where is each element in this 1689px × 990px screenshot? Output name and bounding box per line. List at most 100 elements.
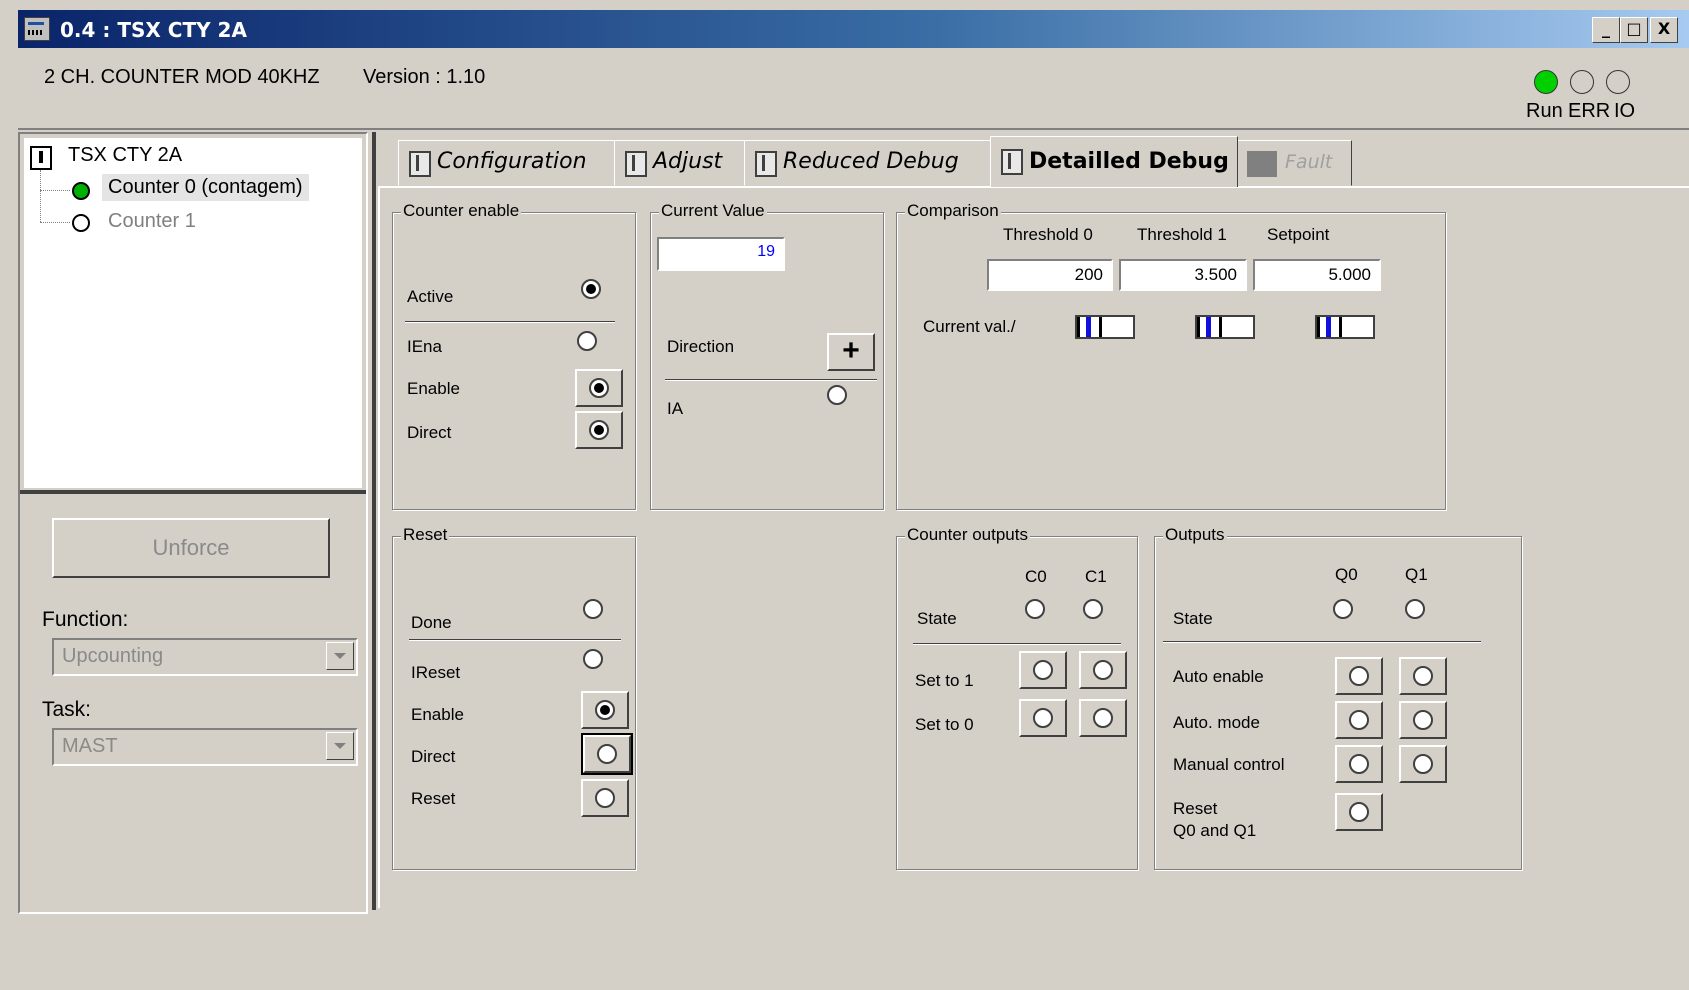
current-value-field: 19 [657, 237, 785, 271]
tab-detailled-debug[interactable]: Detailled Debug [990, 136, 1238, 187]
q1-auto-mode-button[interactable] [1399, 701, 1447, 739]
maximize-button[interactable]: □ [1620, 17, 1648, 43]
divider [665, 379, 877, 381]
reset-reset-force-button[interactable] [581, 779, 629, 817]
reduced-debug-tab-icon [755, 151, 777, 177]
c0-state-indicator [1025, 599, 1045, 619]
reset-direct-force-button[interactable] [581, 733, 633, 775]
ireset-label: IReset [411, 663, 461, 682]
direct-label: Direct [407, 423, 452, 442]
divider [409, 639, 621, 641]
setpoint-header: Setpoint [1267, 225, 1330, 244]
c1-set0-button[interactable] [1079, 699, 1127, 737]
run-led-label: Run [1526, 100, 1563, 122]
c0-set1-button[interactable] [1019, 651, 1067, 689]
active-indicator [581, 279, 601, 299]
current-value-title: Current Value [659, 201, 767, 221]
q1-auto-enable-button[interactable] [1399, 657, 1447, 695]
q0-header: Q0 [1335, 565, 1358, 584]
ia-label: IA [667, 399, 684, 418]
tree-item-counter1[interactable]: Counter 1 [108, 210, 196, 233]
unforce-button[interactable]: Unforce [52, 518, 330, 578]
counter-enable-title: Counter enable [401, 201, 522, 221]
function-select[interactable]: Upcounting [52, 638, 358, 676]
active-label: Active [407, 287, 454, 306]
threshold0-compare-bar [1075, 315, 1135, 339]
chevron-down-icon[interactable] [326, 642, 354, 670]
threshold1-field: 3.500 [1119, 259, 1247, 291]
done-label: Done [411, 613, 452, 632]
counter0-status-icon [72, 182, 90, 200]
q0-auto-mode-button[interactable] [1335, 701, 1383, 739]
tree-root-label[interactable]: TSX CTY 2A [68, 144, 182, 167]
config-tab-icon [409, 151, 431, 177]
divider [913, 643, 1121, 645]
reset-title: Reset [401, 525, 450, 545]
threshold0-field: 200 [987, 259, 1113, 291]
q0-manual-control-button[interactable] [1335, 745, 1383, 783]
c1-set1-button[interactable] [1079, 651, 1127, 689]
outputs-group: Outputs Q0 Q1 State Auto enable Auto. mo… [1154, 525, 1522, 870]
reset-outputs-label-2: Q0 and Q1 [1173, 821, 1257, 840]
detailled-debug-panel: Counter enable Active IEna Enable Direct… [378, 186, 1689, 908]
reset-outputs-label-1: Reset [1173, 799, 1218, 818]
divider [405, 321, 615, 323]
module-version: Version : 1.10 [363, 66, 486, 88]
setpoint-field: 5.000 [1253, 259, 1381, 291]
fault-tab-icon [1247, 151, 1277, 177]
direction-plus-icon: + [827, 333, 875, 371]
tab-reduced-debug[interactable]: Reduced Debug [744, 140, 992, 186]
c0-header: C0 [1025, 567, 1047, 586]
threshold0-header: Threshold 0 [1003, 225, 1093, 244]
current-val-label: Current val./ [923, 317, 1016, 336]
function-value: Upcounting [62, 645, 164, 667]
counter1-status-icon [72, 214, 90, 232]
run-led-icon [1534, 70, 1558, 94]
c0-set0-button[interactable] [1019, 699, 1067, 737]
q1-state-indicator [1405, 599, 1425, 619]
q1-manual-control-button[interactable] [1399, 745, 1447, 783]
counter-outputs-group: Counter outputs C0 C1 State Set to 1 Set… [896, 525, 1138, 870]
window-title: 0.4 : TSX CTY 2A [60, 18, 247, 42]
q1-header: Q1 [1405, 565, 1428, 584]
pane-splitter[interactable] [20, 490, 366, 494]
reset-reset-label: Reset [411, 789, 456, 808]
q0-auto-enable-button[interactable] [1335, 657, 1383, 695]
detailled-debug-tab-icon [1001, 149, 1023, 175]
minimize-button[interactable]: _ [1592, 17, 1620, 43]
close-button[interactable]: X [1650, 17, 1678, 43]
tab-adjust[interactable]: Adjust [614, 140, 746, 186]
direction-label: Direction [667, 337, 735, 356]
chevron-down-icon[interactable] [326, 732, 354, 760]
tab-configuration[interactable]: Configuration [398, 140, 616, 186]
io-led-label: IO [1614, 100, 1636, 122]
counter-enable-group: Counter enable Active IEna Enable Direct [392, 201, 636, 510]
done-indicator [583, 599, 603, 619]
threshold1-compare-bar [1195, 315, 1255, 339]
c1-state-indicator [1083, 599, 1103, 619]
channel-tree: TSX CTY 2A Counter 0 (contagem) Counter … [24, 138, 362, 488]
reset-enable-force-button[interactable] [581, 691, 629, 729]
reset-enable-label: Enable [411, 705, 464, 724]
module-icon [24, 17, 50, 41]
enable-label: Enable [407, 379, 460, 398]
enable-force-button[interactable] [575, 369, 623, 407]
outputs-title: Outputs [1163, 525, 1227, 545]
module-name: 2 CH. COUNTER MOD 40KHZ [44, 66, 320, 88]
reset-direct-label: Direct [411, 747, 456, 766]
module-tree-icon [30, 146, 52, 170]
iena-label: IEna [407, 337, 442, 356]
function-label: Function: [42, 608, 129, 631]
divider [1163, 641, 1481, 643]
reset-outputs-button[interactable] [1335, 793, 1383, 831]
tree-item-counter0[interactable]: Counter 0 (contagem) [102, 174, 309, 201]
iena-indicator [577, 331, 597, 351]
auto-mode-label: Auto. mode [1173, 713, 1260, 732]
tab-fault[interactable]: Fault [1236, 140, 1352, 186]
task-select[interactable]: MAST [52, 728, 358, 766]
direct-force-button[interactable] [575, 411, 623, 449]
threshold1-header: Threshold 1 [1137, 225, 1227, 244]
task-label: Task: [42, 698, 92, 721]
title-bar[interactable]: 0.4 : TSX CTY 2A _ □ X [18, 10, 1689, 48]
err-led-icon [1570, 70, 1594, 94]
